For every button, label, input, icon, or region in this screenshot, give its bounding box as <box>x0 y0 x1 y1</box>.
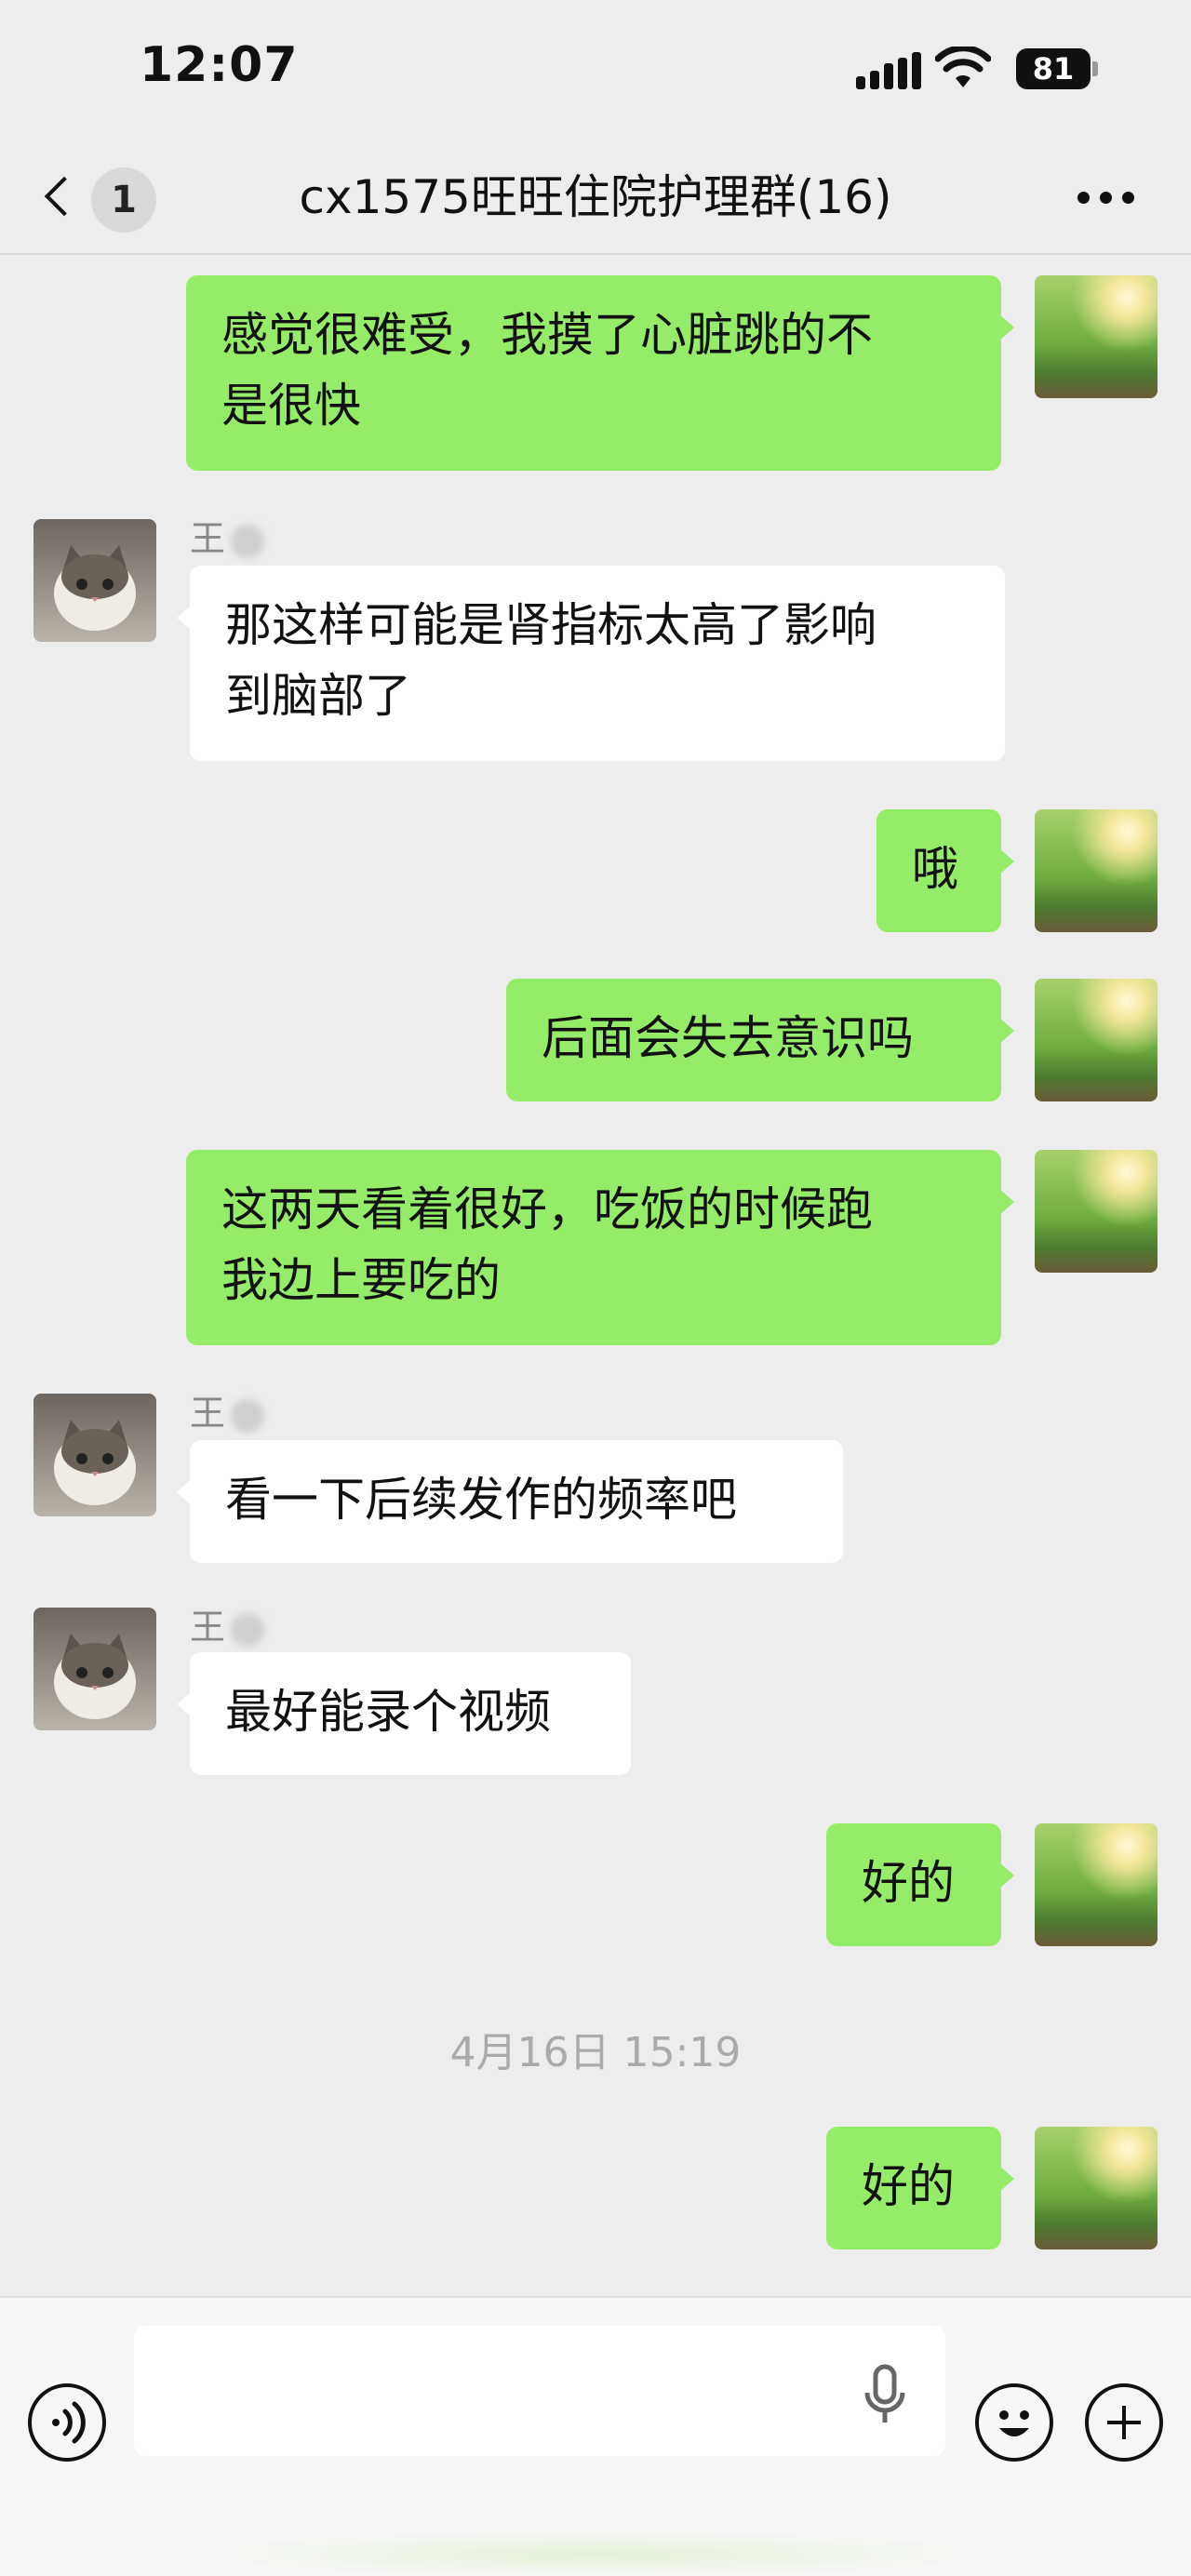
message-bubble-outgoing[interactable]: 好的 <box>826 2127 1014 2249</box>
message-text: 看一下后续发作的频率吧 <box>225 1473 737 1527</box>
more-dots-icon[interactable] <box>1070 173 1144 220</box>
message-bubble-incoming[interactable]: 最好能录个视频 <box>177 1652 631 1775</box>
status-time: 12:07 <box>140 37 299 93</box>
nav-bar: 1 cx1575旺旺住院护理群(16) <box>0 140 1191 255</box>
sender-name: 王 <box>190 510 265 561</box>
cat-avatar-image <box>54 1420 136 1505</box>
microphone-icon[interactable] <box>862 2363 908 2428</box>
message-text: 好的 <box>862 2159 955 2213</box>
sender-name-text: 王 <box>190 1607 226 1648</box>
avatar-self[interactable] <box>1035 2127 1158 2249</box>
message-text: 哦 <box>912 842 958 896</box>
message-text: 是很快 <box>221 379 361 433</box>
cat-avatar-image <box>54 545 136 631</box>
message-bubble-incoming[interactable]: 看一下后续发作的频率吧 <box>177 1440 843 1563</box>
cat-avatar-image <box>54 1634 136 1719</box>
sender-name-text: 王 <box>190 518 226 559</box>
wifi-icon <box>935 47 991 87</box>
avatar-sender[interactable] <box>33 1608 156 1730</box>
voice-icon[interactable] <box>28 2383 106 2462</box>
signal-icon <box>856 52 921 89</box>
message-bubble-outgoing[interactable]: 这两天看着很好，吃饭的时候跑 我边上要吃的 <box>186 1150 1014 1345</box>
plus-icon[interactable] <box>1085 2383 1163 2462</box>
message-text: 感觉很难受，我摸了心脏跳的不 <box>221 308 873 362</box>
chevron-left-icon <box>44 176 85 217</box>
status-bar: 12:07 81 <box>0 0 1191 140</box>
unread-badge: 1 <box>91 167 156 233</box>
avatar-sender[interactable] <box>33 1394 156 1516</box>
sender-name-blurred <box>231 1398 265 1433</box>
message-text: 到脑部了 <box>225 669 411 723</box>
sender-name: 王 <box>190 1598 265 1649</box>
smiley-face-icon <box>999 2410 1029 2436</box>
voice-waves-icon <box>52 2401 86 2444</box>
home-indicator-area <box>186 2530 1005 2576</box>
message-bubble-outgoing[interactable]: 后面会失去意识吗 <box>506 979 1014 1101</box>
sender-name-text: 王 <box>190 1393 226 1434</box>
message-text: 我边上要吃的 <box>221 1253 501 1307</box>
battery-tip <box>1092 61 1098 76</box>
message-text: 后面会失去意识吗 <box>542 1011 914 1065</box>
avatar-self[interactable] <box>1035 1823 1158 1946</box>
sender-name-blurred <box>231 524 265 558</box>
message-bubble-incoming[interactable]: 那这样可能是肾指标太高了影响 到脑部了 <box>177 566 1005 761</box>
avatar-self[interactable] <box>1035 275 1158 398</box>
message-text: 那这样可能是肾指标太高了影响 <box>225 598 877 652</box>
message-bubble-outgoing[interactable]: 好的 <box>826 1823 1014 1946</box>
back-button[interactable]: 1 <box>33 156 164 234</box>
input-bar <box>0 2296 1191 2576</box>
message-text: 最好能录个视频 <box>225 1685 551 1739</box>
avatar-sender[interactable] <box>33 519 156 642</box>
avatar-self[interactable] <box>1035 1150 1158 1273</box>
message-bubble-outgoing[interactable]: 哦 <box>877 809 1014 932</box>
avatar-self[interactable] <box>1035 979 1158 1101</box>
chat-title: cx1575旺旺住院护理群(16) <box>299 170 892 224</box>
message-text: 这两天看着很好，吃饭的时候跑 <box>221 1182 873 1236</box>
sender-name-blurred <box>231 1612 265 1647</box>
sender-name: 王 <box>190 1384 265 1435</box>
chat-timestamp: 4月16日 15:19 <box>449 2029 742 2076</box>
avatar-self[interactable] <box>1035 809 1158 932</box>
message-text: 好的 <box>862 1856 955 1910</box>
message-bubble-outgoing[interactable]: 感觉很难受，我摸了心脏跳的不 是很快 <box>186 275 1014 471</box>
battery-level: 81 <box>1016 48 1091 89</box>
battery-indicator: 81 <box>1016 48 1100 89</box>
message-input[interactable] <box>134 2326 945 2456</box>
chat-screen: 12:07 81 1 cx1575旺旺住院护理群(16) 感觉很难受，我摸了心脏… <box>0 0 1191 2576</box>
emoji-icon[interactable] <box>975 2383 1053 2462</box>
